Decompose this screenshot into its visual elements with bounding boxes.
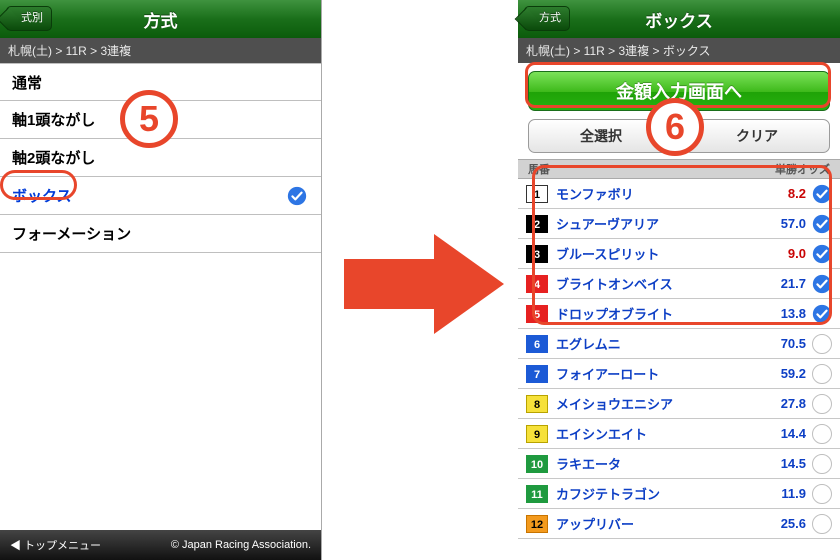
arrow-icon: [344, 234, 504, 334]
list-item-label: 通常: [12, 72, 42, 93]
header-title: ボックス: [645, 7, 713, 32]
horse-check[interactable]: [806, 424, 832, 444]
check-icon: [287, 186, 307, 206]
callout-6-number: 6: [646, 98, 704, 156]
list-item-label: 軸1頭ながし: [12, 109, 95, 130]
horse-number: 6: [526, 335, 548, 353]
horse-number: 7: [526, 365, 548, 383]
callout-6-rows-ring: [532, 165, 832, 325]
horse-name: メイショウエニシア: [556, 394, 756, 413]
horse-name: エグレムニ: [556, 334, 756, 353]
horse-odds: 11.9: [756, 486, 806, 501]
horse-odds: 14.5: [756, 456, 806, 471]
list-item-label: フォーメーション: [12, 223, 131, 244]
horse-name: フォイアーロート: [556, 364, 756, 383]
horse-check[interactable]: [806, 484, 832, 504]
horse-row[interactable]: 12 アップリバー25.6: [518, 509, 840, 539]
horse-check[interactable]: [806, 334, 832, 354]
horse-check[interactable]: [806, 364, 832, 384]
horse-odds: 59.2: [756, 366, 806, 381]
horse-number: 12: [526, 515, 548, 533]
horse-number: 11: [526, 485, 548, 503]
horse-odds: 14.4: [756, 426, 806, 441]
horse-name: エイシンエイト: [556, 424, 756, 443]
horse-odds: 27.8: [756, 396, 806, 411]
breadcrumb: 札幌(土) > 11R > 3連複: [0, 38, 321, 63]
horse-row[interactable]: 10 ラキエータ14.5: [518, 449, 840, 479]
footer-bar: ◀ トップメニュー © Japan Racing Association.: [0, 530, 321, 560]
left-screen: 式別 方式 札幌(土) > 11R > 3連複 通常軸1頭ながし軸2頭ながしボッ…: [0, 0, 322, 560]
horse-check[interactable]: [806, 514, 832, 534]
horse-row[interactable]: 7 フォイアーロート59.2: [518, 359, 840, 389]
breadcrumb: 札幌(土) > 11R > 3連複 > ボックス: [518, 38, 840, 63]
back-button[interactable]: 式別: [6, 6, 52, 31]
horse-name: アップリバー: [556, 514, 756, 533]
horse-name: ラキエータ: [556, 454, 756, 473]
back-button[interactable]: 方式: [524, 6, 570, 31]
list-item-label: 軸2頭ながし: [12, 147, 95, 168]
horse-name: カフジテトラゴン: [556, 484, 756, 503]
horse-row[interactable]: 6 エグレムニ70.5: [518, 329, 840, 359]
horse-check[interactable]: [806, 454, 832, 474]
header-title: 方式: [144, 7, 178, 32]
horse-number: 8: [526, 395, 548, 413]
horse-row[interactable]: 9 エイシンエイト14.4: [518, 419, 840, 449]
footer-copyright: © Japan Racing Association.: [171, 539, 311, 551]
footer-top-menu[interactable]: ◀ トップメニュー: [10, 537, 101, 553]
horse-odds: 70.5: [756, 336, 806, 351]
horse-row[interactable]: 11 カフジテトラゴン11.9: [518, 479, 840, 509]
horse-check[interactable]: [806, 394, 832, 414]
callout-5-number: 5: [120, 90, 178, 148]
header-bar: 方式 ボックス: [518, 0, 840, 38]
horse-odds: 25.6: [756, 516, 806, 531]
clear-button[interactable]: クリア: [684, 119, 830, 153]
horse-number: 10: [526, 455, 548, 473]
method-item[interactable]: フォーメーション: [0, 215, 321, 253]
callout-5-ring: [0, 170, 77, 200]
horse-row[interactable]: 8 メイショウエニシア27.8: [518, 389, 840, 419]
header-bar: 式別 方式: [0, 0, 321, 38]
horse-number: 9: [526, 425, 548, 443]
